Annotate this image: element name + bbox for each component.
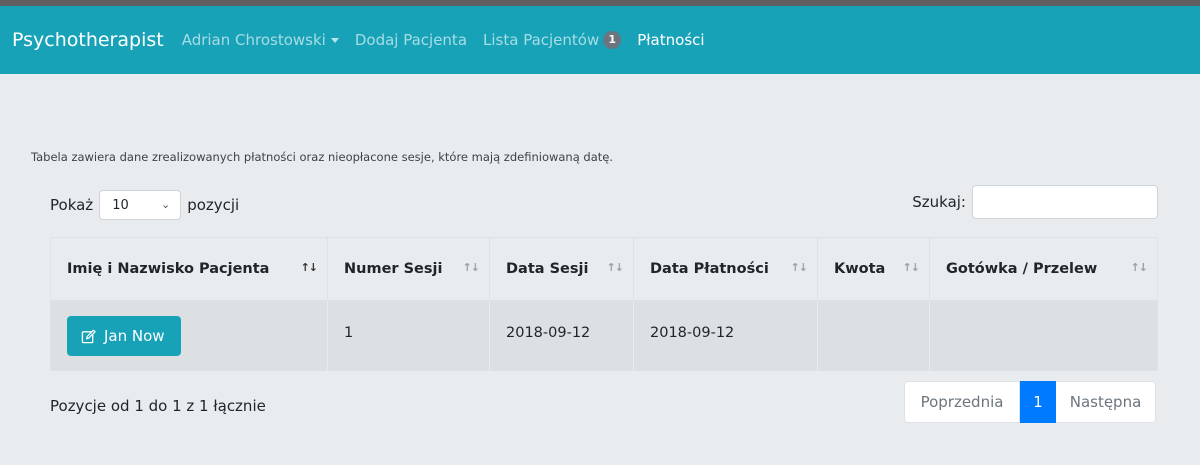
cell-amount xyxy=(818,302,930,370)
nav-add-patient[interactable]: Dodaj Pacjenta xyxy=(355,31,467,49)
length-select[interactable]: 10 ⌄ xyxy=(99,190,182,220)
sort-icon: ↑↓ xyxy=(606,261,624,274)
nav-patient-list[interactable]: Lista Pacjentów 1 xyxy=(483,31,622,49)
nav-patient-list-label: Lista Pacjentów xyxy=(483,31,600,49)
user-name: Adrian Chrostowski xyxy=(181,31,326,49)
length-suffix: pozycji xyxy=(187,196,240,214)
nav-payments[interactable]: Płatności xyxy=(637,31,704,49)
length-menu: Pokaż 10 ⌄ pozycji xyxy=(50,190,239,220)
column-header-payment-date[interactable]: Data Płatności ↑↓ xyxy=(634,238,818,302)
edit-icon xyxy=(81,329,96,343)
search-label: Szukaj: xyxy=(912,193,966,211)
search-input[interactable] xyxy=(972,185,1158,219)
sort-icon: ↑↓ xyxy=(300,261,318,274)
table-header-row: Imię i Nazwisko Pacjenta ↑↓ Numer Sesji … xyxy=(51,238,1157,302)
edit-patient-button[interactable]: Jan Now xyxy=(67,316,181,356)
table-row: Jan Now 1 2018-09-12 2018-09-12 xyxy=(51,302,1157,370)
patient-name: Jan Now xyxy=(104,327,165,345)
column-header-patient[interactable]: Imię i Nazwisko Pacjenta ↑↓ xyxy=(51,238,328,302)
patient-count-badge: 1 xyxy=(603,31,622,49)
cell-method xyxy=(930,302,1157,370)
table-description: Tabela zawiera dane zrealizowanych płatn… xyxy=(31,150,614,164)
column-header-method[interactable]: Gotówka / Przelew ↑↓ xyxy=(930,238,1157,302)
next-page-button[interactable]: Następna xyxy=(1056,381,1156,423)
sort-icon: ↑↓ xyxy=(1130,261,1148,274)
cell-patient: Jan Now xyxy=(51,302,328,370)
previous-page-button[interactable]: Poprzednia xyxy=(904,381,1020,423)
user-dropdown[interactable]: Adrian Chrostowski xyxy=(182,31,339,49)
pagination: Poprzednia 1 Następna xyxy=(904,381,1156,423)
table-info: Pozycje od 1 do 1 z 1 łącznie xyxy=(50,397,266,415)
column-header-amount[interactable]: Kwota ↑↓ xyxy=(818,238,930,302)
sort-icon: ↑↓ xyxy=(790,261,808,274)
sort-icon: ↑↓ xyxy=(462,261,480,274)
payments-table: Imię i Nazwisko Pacjenta ↑↓ Numer Sesji … xyxy=(50,237,1158,371)
column-header-session-date[interactable]: Data Sesji ↑↓ xyxy=(490,238,634,302)
caret-down-icon xyxy=(330,38,339,43)
cell-session-number: 1 xyxy=(328,302,490,370)
column-header-session-number[interactable]: Numer Sesji ↑↓ xyxy=(328,238,490,302)
length-select-value: 10 xyxy=(112,197,129,213)
length-prefix: Pokaż xyxy=(50,196,94,214)
navbar: Psychotherapist Adrian Chrostowski Dodaj… xyxy=(0,6,1200,74)
cell-session-date: 2018-09-12 xyxy=(490,302,634,370)
page-1-button[interactable]: 1 xyxy=(1020,381,1056,423)
cell-payment-date: 2018-09-12 xyxy=(634,302,818,370)
chevron-down-icon: ⌄ xyxy=(160,198,171,211)
sort-icon: ↑↓ xyxy=(902,261,920,274)
brand[interactable]: Psychotherapist xyxy=(12,29,164,51)
search-box: Szukaj: xyxy=(912,185,1158,219)
